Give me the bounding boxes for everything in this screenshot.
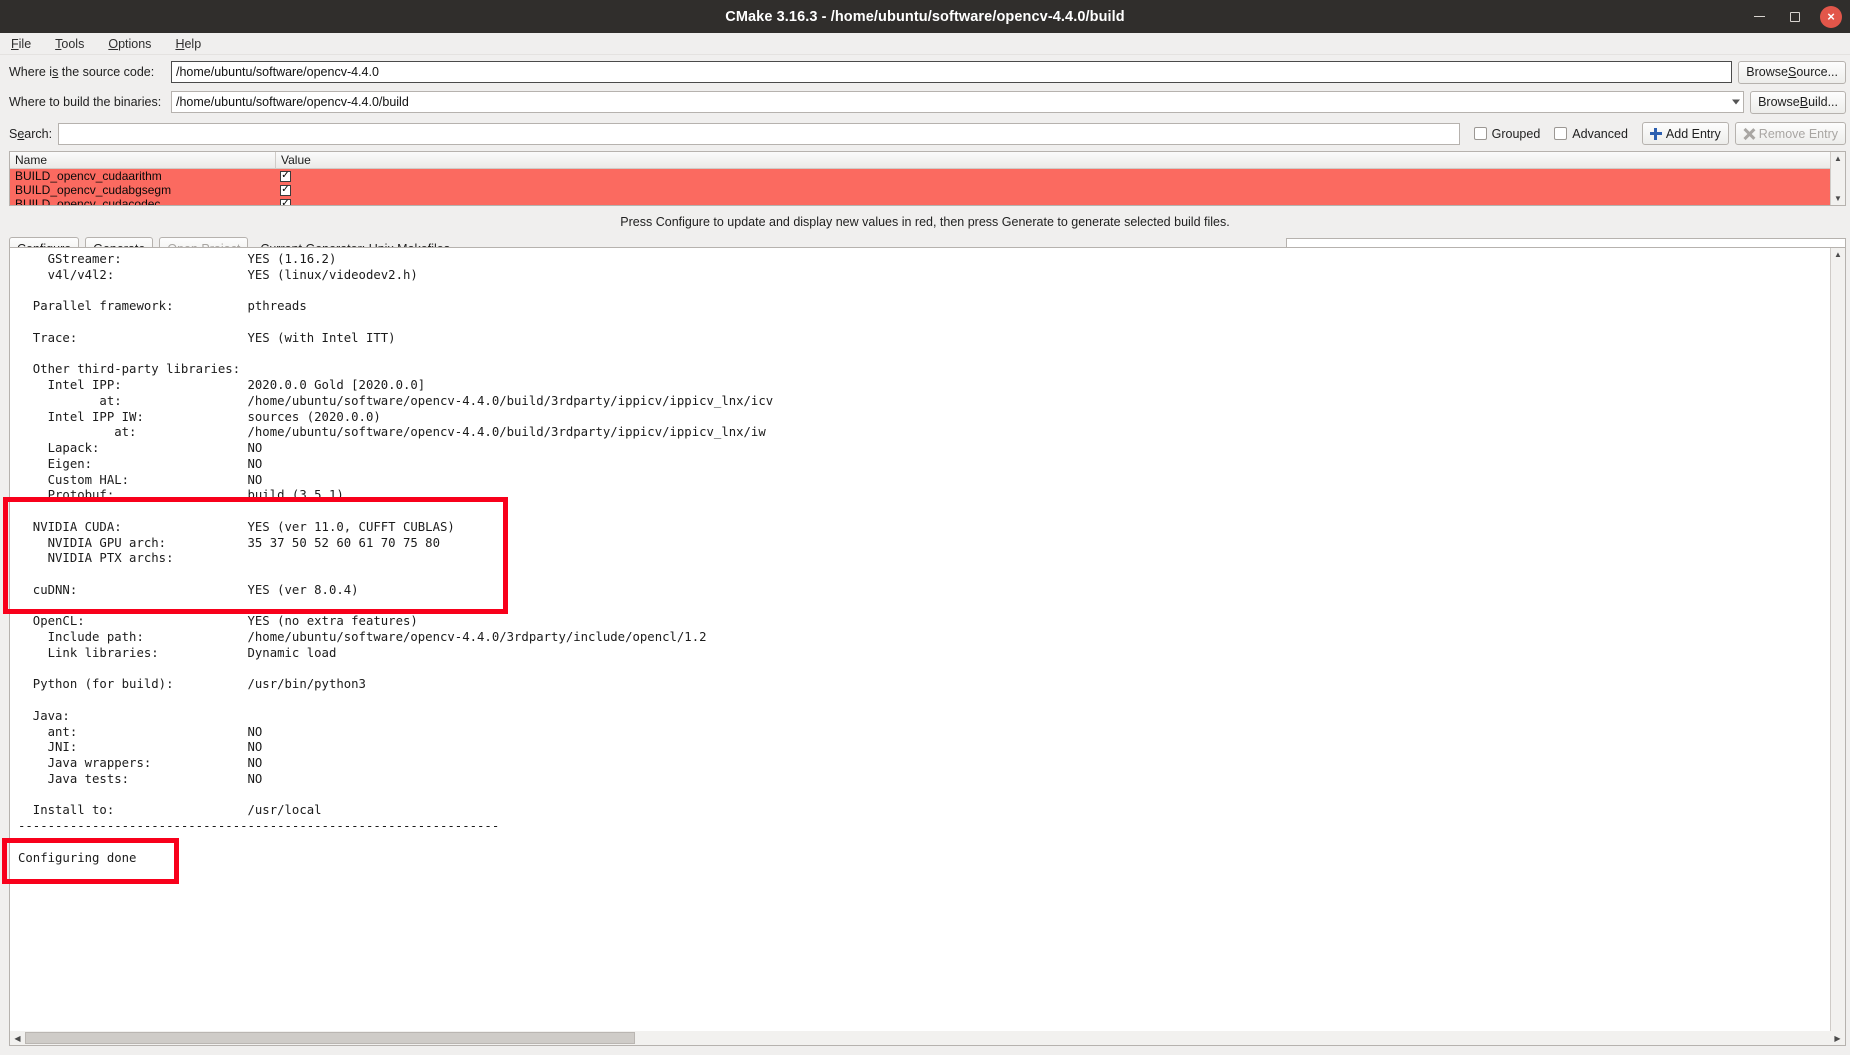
window-titlebar: CMake 3.16.3 - /home/ubuntu/software/ope… [0,0,1850,33]
console-output-text: GStreamer: YES (1.16.2) v4l/v4l2: YES (l… [18,252,774,865]
status-message: Press Configure to update and display ne… [620,215,1230,229]
console-output-panel[interactable]: GStreamer: YES (1.16.2) v4l/v4l2: YES (l… [9,247,1846,1046]
menu-tools-rest: ools [61,36,85,51]
menu-item-file[interactable]: File [9,36,33,52]
browse-build-post: uild... [1808,95,1838,109]
menu-item-tools[interactable]: Tools [53,36,86,52]
browse-source-mnemonic: S [1787,65,1797,79]
browse-source-pre: Browse [1746,65,1788,79]
cache-entry-name: BUILD_opencv_cudacodec [15,197,161,206]
browse-source-button[interactable]: Browse Source... [1738,60,1846,84]
source-label-post: the source code: [58,65,155,79]
build-path-row: Where to build the binaries: /home/ubunt… [0,89,1850,115]
menu-bar: File Tools Options Help [0,33,1850,55]
cache-table-header: Name Value [10,152,1830,169]
menu-options-mnemonic: O [108,36,119,51]
checkmark-icon[interactable]: ✓ [280,170,291,182]
horizontal-scroll-thumb[interactable] [25,1032,635,1044]
grouped-checkbox[interactable] [1473,127,1487,140]
remove-entry-button[interactable]: Remove Entry [1734,122,1846,145]
build-path-combobox[interactable]: /home/ubuntu/software/opencv-4.4.0/build [171,91,1745,113]
cache-entry-name: BUILD_opencv_cudabgsegm [15,183,172,197]
add-entry-button[interactable]: Add Entry [1641,122,1729,145]
source-path-row: Where is the source code: /home/ubuntu/s… [0,59,1850,85]
search-label: Search: [9,127,52,141]
search-input-wrap[interactable] [58,122,1460,145]
chevron-down-icon[interactable] [1732,99,1741,105]
scroll-right-icon[interactable]: ▶ [1830,1034,1845,1043]
menu-item-options[interactable]: Options [106,36,153,52]
build-path-value: /home/ubuntu/software/opencv-4.4.0/build [176,95,409,109]
browse-build-pre: Browse [1758,95,1800,109]
table-row[interactable]: BUILD_opencv_cudaarithm ✓ [10,169,1830,183]
source-path-input[interactable]: /home/ubuntu/software/opencv-4.4.0 [171,61,1733,83]
source-path-label: Where is the source code: [9,65,165,79]
table-row[interactable]: BUILD_opencv_cudacodec ✓ [10,197,1830,206]
console-horizontal-scrollbar[interactable]: ◀ ▶ [9,1031,1846,1046]
window-controls: × [1748,0,1842,33]
source-path-value: /home/ubuntu/software/opencv-4.4.0 [176,65,379,79]
menu-options-rest: ptions [118,36,152,51]
menu-help-rest: elp [184,36,202,51]
grouped-label: Grouped [1491,126,1541,141]
source-label-pre: Where i [9,65,53,79]
browse-build-mnemonic: B [1799,95,1809,109]
advanced-label: Advanced [1572,126,1628,141]
menu-file-rest: ile [18,36,32,51]
window-title: CMake 3.16.3 - /home/ubuntu/software/ope… [725,8,1125,25]
cache-entry-name: BUILD_opencv_cudaarithm [15,169,162,183]
console-vertical-scrollbar[interactable]: ▲ ▼ [1830,248,1845,1045]
add-entry-label: Add Entry [1665,126,1721,141]
search-row: Search: Grouped Advanced Add Entry Remov… [0,121,1850,146]
cache-table-inner: Name Value BUILD_opencv_cudaarithm ✓ BUI… [10,152,1830,205]
table-row[interactable]: BUILD_opencv_cudabgsegm ✓ [10,183,1830,197]
minimize-icon[interactable] [1748,6,1770,28]
column-header-value[interactable]: Value [276,152,1830,168]
cache-entries-table[interactable]: Name Value BUILD_opencv_cudaarithm ✓ BUI… [9,151,1846,206]
plus-icon [1649,127,1662,140]
checkmark-icon[interactable]: ✓ [280,184,291,196]
menu-item-help[interactable]: Help [173,36,203,52]
advanced-checkbox[interactable] [1554,127,1568,140]
cache-entry-value[interactable]: ✓ [276,184,1830,196]
grouped-checkbox-row[interactable]: Grouped [1473,126,1541,141]
browse-source-post: ource... [1796,65,1838,79]
cache-table-scrollbar[interactable]: ▲ ▼ [1830,152,1845,205]
checkmark-icon[interactable]: ✓ [280,198,291,205]
menu-file-mnemonic: F [11,36,19,51]
advanced-checkbox-row[interactable]: Advanced [1554,127,1628,141]
close-icon[interactable]: × [1820,5,1842,28]
browse-build-button[interactable]: Browse Build... [1750,90,1846,114]
search-label-post: arch: [24,126,53,141]
maximize-icon[interactable] [1784,6,1806,28]
search-input[interactable] [63,123,1455,144]
scroll-left-icon[interactable]: ◀ [10,1034,25,1043]
scroll-up-icon[interactable]: ▲ [1834,152,1842,165]
remove-x-icon [1743,128,1755,140]
remove-entry-label: Remove Entry [1758,126,1838,141]
scroll-down-icon[interactable]: ▼ [1834,192,1842,205]
cache-entry-value[interactable]: ✓ [276,170,1830,182]
scroll-up-icon[interactable]: ▲ [1834,248,1842,261]
cache-entry-value[interactable]: ✓ [276,198,1830,205]
build-path-label: Where to build the binaries: [9,95,162,109]
column-header-name[interactable]: Name [10,152,276,168]
